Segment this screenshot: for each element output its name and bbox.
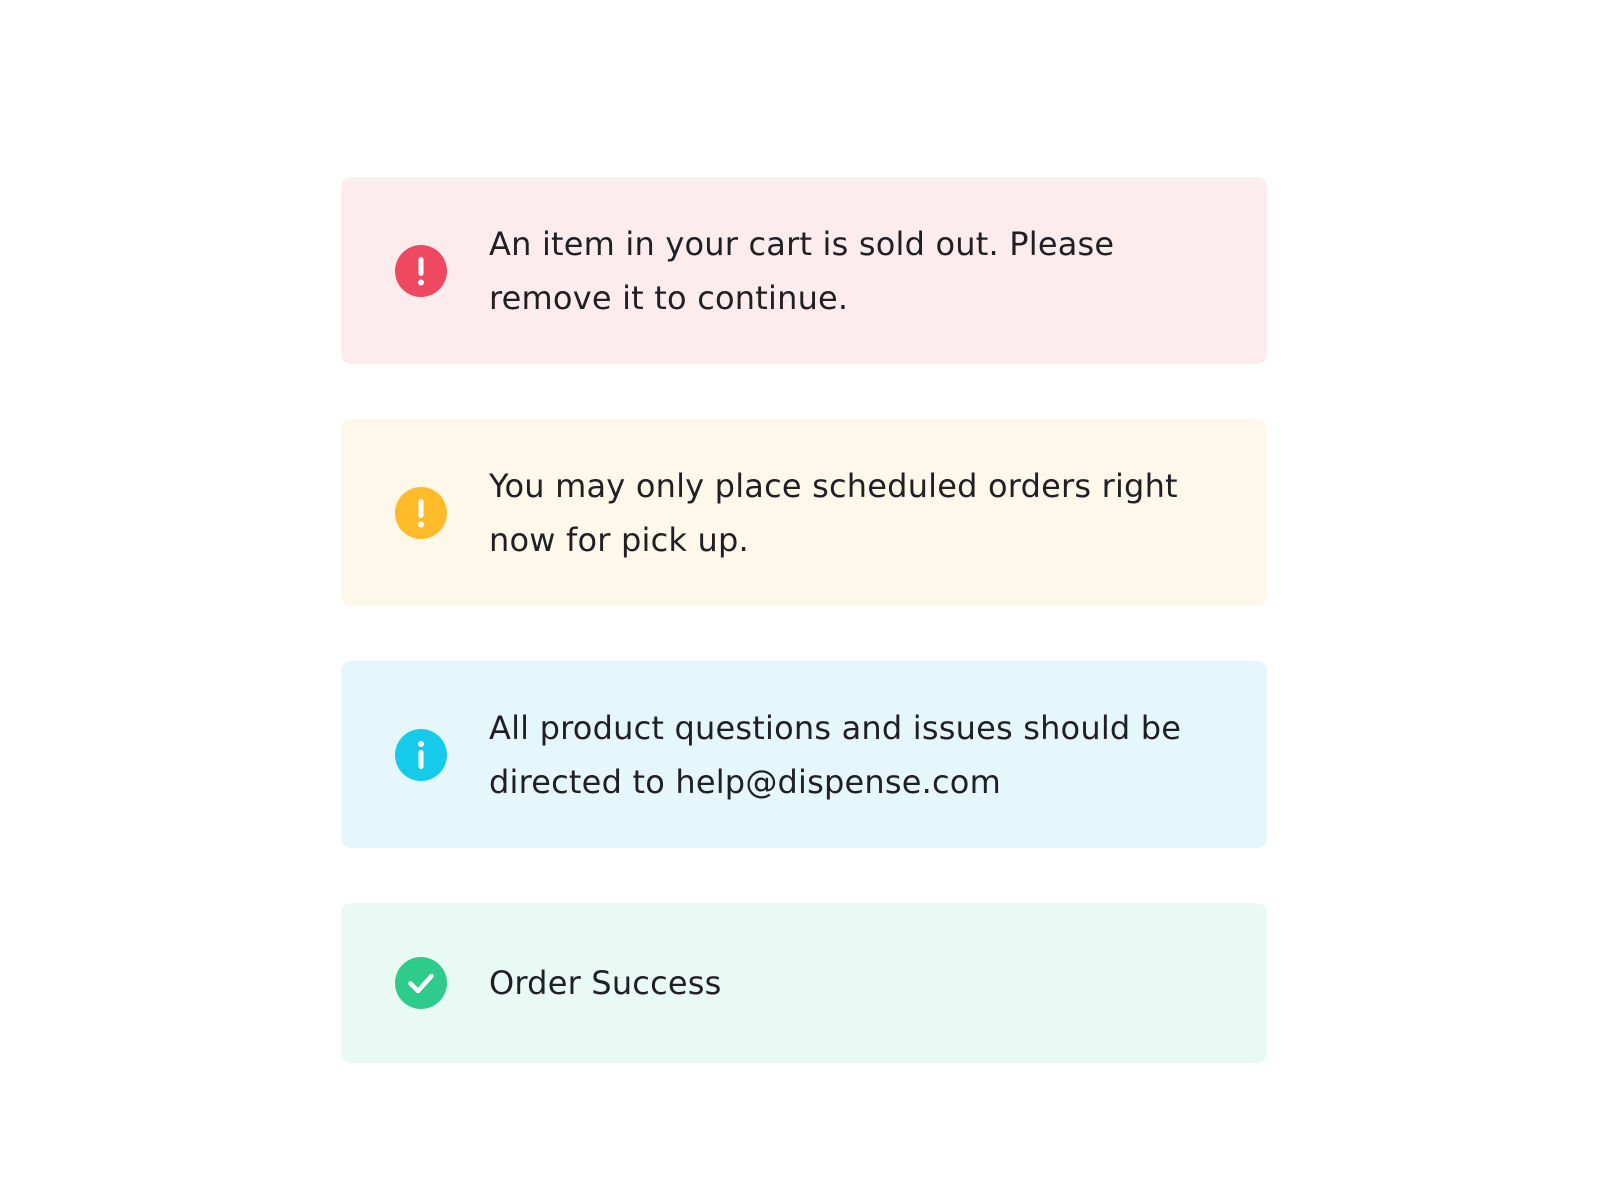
error-alert: An item in your cart is sold out. Please… <box>341 177 1267 364</box>
checkmark-icon <box>395 957 447 1009</box>
error-alert-message: An item in your cart is sold out. Please… <box>489 224 1115 317</box>
success-alert: Order Success <box>341 903 1267 1063</box>
warning-alert: You may only place scheduled orders righ… <box>341 419 1267 606</box>
info-icon <box>395 728 447 781</box>
exclamation-icon <box>395 486 447 539</box>
info-alert: All product questions and issues should … <box>341 661 1267 848</box>
warning-alert-message: You may only place scheduled orders righ… <box>489 466 1178 559</box>
exclamation-icon <box>395 244 447 297</box>
info-alert-message: All product questions and issues should … <box>489 708 1182 801</box>
alert-list: An item in your cart is sold out. Please… <box>341 177 1267 1063</box>
success-alert-message: Order Success <box>489 964 722 1002</box>
